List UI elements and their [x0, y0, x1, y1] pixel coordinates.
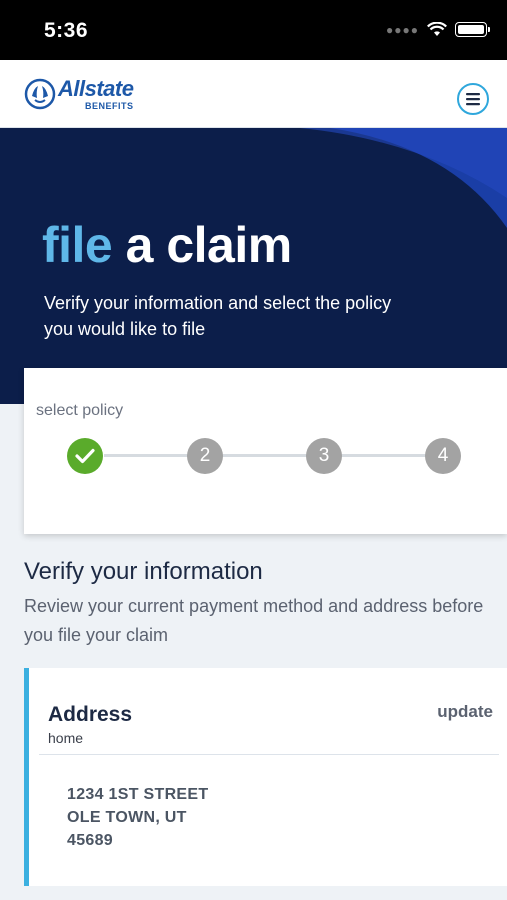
status-bar: 5:36 ●●●●: [0, 0, 507, 60]
status-icons: ●●●●: [386, 22, 490, 37]
progress-track: [104, 454, 444, 457]
wifi-icon: [427, 22, 447, 36]
brand-name: Allstate: [58, 76, 134, 101]
verify-section-description: Review your current payment method and a…: [24, 596, 484, 645]
update-address-link[interactable]: update: [437, 702, 493, 722]
allstate-hands-icon: [24, 78, 56, 110]
address-line-2: OLE TOWN, UT: [67, 809, 187, 826]
address-type: home: [48, 730, 84, 746]
progress-step-label: select policy: [36, 402, 124, 419]
step-2: 2: [187, 438, 223, 474]
check-icon: [75, 448, 95, 464]
page-title-accent: file: [42, 217, 113, 273]
hamburger-icon: [466, 93, 480, 106]
address-lines: 1234 1ST STREET OLE TOWN, UT 45689: [67, 783, 208, 852]
step-3: 3: [306, 438, 342, 474]
hero-banner: file a claim Verify your information and…: [0, 128, 507, 404]
step-1-complete: [67, 438, 103, 474]
menu-button[interactable]: [457, 83, 489, 115]
brand-sub: BENEFITS: [84, 101, 134, 111]
divider: [39, 754, 499, 755]
progress-card: select policy 2 3 4: [24, 368, 507, 534]
address-line-1: 1234 1ST STREET: [67, 786, 209, 803]
address-line-3: 45689: [67, 832, 113, 849]
battery-icon: [455, 22, 490, 37]
page-title-rest: a claim: [112, 217, 293, 273]
page-description: Verify your information and select the p…: [44, 293, 392, 339]
verify-section-title: Verify your information: [24, 558, 263, 585]
step-4: 4: [425, 438, 461, 474]
status-time: 5:36: [44, 19, 89, 42]
allstate-logo[interactable]: Allstate BENEFITS: [24, 76, 134, 111]
address-heading: Address: [48, 703, 133, 726]
signal-icon: ●●●●: [386, 22, 419, 37]
app-header: Allstate BENEFITS: [0, 60, 507, 128]
page-title: file a claim: [42, 216, 292, 274]
address-card: Address home update 1234 1ST STREET OLE …: [24, 668, 507, 886]
